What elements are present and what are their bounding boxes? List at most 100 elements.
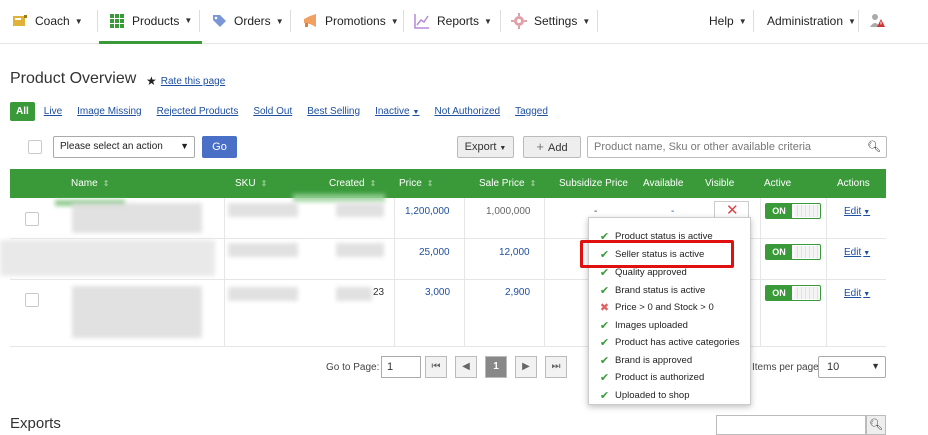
page-number-input[interactable]: 1: [381, 356, 421, 378]
col-created[interactable]: Created ⇕: [329, 178, 376, 189]
col-price[interactable]: Price ⇕: [399, 178, 434, 189]
export-button[interactable]: Export ▼: [457, 136, 514, 158]
checklist-label: Price > 0 and Stock > 0: [615, 302, 714, 313]
user-alert-icon: [870, 14, 885, 27]
sale-price-cell: 2,900: [505, 287, 531, 298]
go-button[interactable]: Go: [202, 136, 237, 158]
toggle-knob: [794, 205, 819, 217]
nav-reports[interactable]: Reports ▼: [414, 0, 492, 42]
nav-divider: [199, 10, 200, 32]
checklist-label: Brand status is active: [615, 285, 706, 296]
exports-search-button[interactable]: 🔍︎: [866, 415, 886, 435]
filter-not-authorized[interactable]: Not Authorized: [434, 106, 500, 117]
select-all-checkbox[interactable]: [28, 140, 42, 154]
edit-link[interactable]: Edit ▼: [844, 288, 870, 299]
bulk-action-select[interactable]: Please select an action ▼: [53, 136, 195, 158]
active-toggle[interactable]: ON: [765, 203, 821, 219]
nav-divider: [290, 10, 291, 32]
chevron-down-icon: ▼: [484, 16, 492, 26]
toggle-on-label: ON: [766, 204, 792, 218]
current-page-button[interactable]: 1: [485, 356, 507, 378]
col-sale-price[interactable]: Sale Price ⇕: [479, 178, 536, 189]
created-cell-tail: 23: [373, 287, 385, 298]
edit-link[interactable]: Edit ▼: [844, 206, 870, 217]
caret-down-icon: ▼: [863, 250, 871, 257]
chevron-down-icon: ▼: [180, 141, 189, 151]
filter-sold-out[interactable]: Sold Out: [253, 106, 292, 117]
last-page-button[interactable]: ⏭︎: [545, 356, 567, 378]
nav-orders[interactable]: Orders ▼: [211, 0, 284, 42]
active-toggle[interactable]: ON: [765, 244, 821, 260]
nav-promotions-label: Promotions: [325, 14, 386, 28]
search-icon[interactable]: 🔍︎: [867, 140, 881, 153]
rate-page-link[interactable]: ★ Rate this page: [146, 74, 225, 88]
chevron-down-icon: ▼: [738, 16, 747, 26]
exports-search-input[interactable]: [716, 415, 866, 435]
toggle-knob: [794, 287, 819, 299]
checklist-item: ✔ Product has active categories: [599, 336, 740, 349]
caret-down-icon: ▼: [863, 209, 871, 216]
add-product-button[interactable]: + Add: [523, 136, 581, 158]
edit-link[interactable]: Edit ▼: [844, 247, 870, 258]
filter-live[interactable]: Live: [44, 106, 62, 117]
filter-image-missing[interactable]: Image Missing: [77, 106, 141, 117]
col-sku[interactable]: SKU ⇕: [235, 178, 267, 189]
grid-icon: [110, 13, 124, 28]
nav-divider: [403, 10, 404, 32]
filter-tagged[interactable]: Tagged: [515, 106, 548, 117]
sale-price-cell: 1,000,000: [486, 206, 531, 217]
filter-all[interactable]: All: [10, 101, 35, 121]
add-label: Add: [548, 142, 568, 154]
row-checkbox[interactable]: [25, 212, 39, 226]
checklist-label: Images uploaded: [615, 320, 688, 331]
filter-rejected-products[interactable]: Rejected Products: [157, 106, 239, 117]
go-to-page-label: Go to Page:: [326, 362, 380, 373]
col-active: Active: [764, 178, 792, 189]
nav-help[interactable]: Help ▼: [709, 0, 747, 42]
product-created-blurred: [336, 287, 372, 301]
sort-icon: ⇕: [426, 179, 434, 188]
chevron-down-icon: ▼: [582, 16, 591, 26]
next-page-button[interactable]: ▶: [515, 356, 537, 378]
column-divider: [760, 198, 761, 347]
nav-administration[interactable]: Administration ▼: [767, 0, 856, 42]
checklist-item: ✔ Brand status is active: [599, 284, 705, 297]
row-checkbox[interactable]: [25, 293, 39, 307]
checklist-item: ✔ Images uploaded: [599, 319, 688, 332]
sort-icon: ⇕: [102, 179, 110, 188]
product-created-blurred: [336, 203, 384, 217]
product-search-input[interactable]: Product name, Sku or other available cri…: [587, 136, 887, 158]
nav-products[interactable]: Products ▼: [99, 0, 203, 44]
first-page-button[interactable]: ⏮︎: [425, 356, 447, 378]
checklist-item: ✔ Product is authorized: [599, 371, 704, 384]
row-progress-marker: [293, 194, 385, 202]
nav-divider: [597, 10, 598, 32]
items-per-page-select[interactable]: 10 ▼: [818, 356, 886, 378]
prev-page-icon: ◀: [462, 361, 470, 372]
col-subsidize-price: Subsidize Price: [559, 178, 628, 189]
export-label: Export: [464, 141, 497, 153]
sort-icon: ⇕: [529, 179, 537, 188]
chevron-down-icon: ▼: [390, 16, 399, 26]
caret-down-icon: ▼: [412, 108, 420, 116]
chevron-down-icon: ▼: [848, 16, 856, 26]
col-name[interactable]: Name ⇕: [71, 178, 109, 189]
filter-inactive-label: Inactive: [375, 105, 410, 117]
user-alert-button[interactable]: [870, 0, 893, 42]
filter-best-selling[interactable]: Best Selling: [307, 106, 360, 117]
nav-promotions[interactable]: Promotions ▼: [302, 0, 399, 42]
edit-label: Edit: [844, 288, 862, 299]
checklist-label: Product is authorized: [615, 372, 705, 383]
nav-coach[interactable]: Coach ▼: [12, 0, 83, 42]
search-placeholder: Product name, Sku or other available cri…: [594, 141, 812, 153]
filter-inactive[interactable]: Inactive ▼: [375, 106, 419, 117]
prev-page-button[interactable]: ◀: [455, 356, 477, 378]
price-cell: 3,000: [425, 287, 451, 298]
product-created-blurred: [336, 243, 384, 257]
nav-settings[interactable]: Settings ▼: [511, 0, 590, 42]
check-icon: ✔: [599, 285, 610, 297]
active-toggle[interactable]: ON: [765, 285, 821, 301]
checklist-item: ✔ Uploaded to shop: [599, 389, 690, 402]
check-icon: ✔: [599, 355, 610, 367]
rate-page-label: Rate this page: [160, 75, 226, 87]
